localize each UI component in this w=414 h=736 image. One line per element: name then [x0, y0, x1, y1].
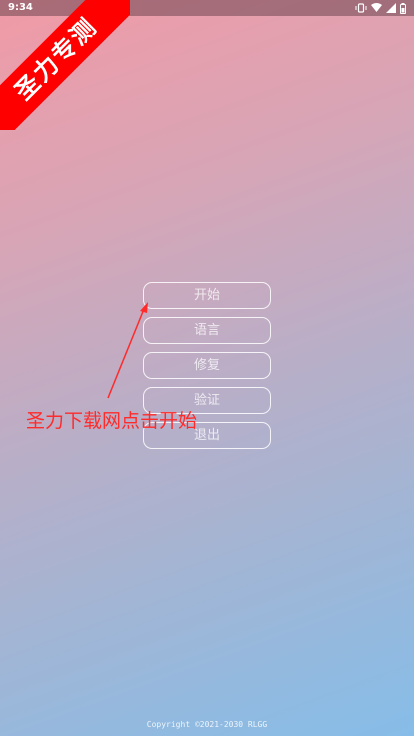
copyright-text: Copyright ©2021-2030 RLGG	[146, 720, 268, 729]
start-button[interactable]: 开始	[143, 282, 271, 309]
annotation-text: 圣力下载网点击开始	[26, 410, 198, 432]
status-icons	[355, 2, 406, 14]
ribbon-label: 圣力专测	[0, 0, 130, 130]
repair-button[interactable]: 修复	[143, 352, 271, 379]
battery-icon	[400, 2, 406, 14]
wifi-icon	[371, 3, 382, 13]
vibrate-icon	[355, 3, 367, 13]
signal-icon	[386, 3, 396, 13]
corner-ribbon: 圣力专测	[0, 0, 130, 130]
language-button[interactable]: 语言	[143, 317, 271, 344]
app-screen: 9:34 圣力专测 开始 语言 修复 验证 退出 圣力下载网点击开始 Copyr…	[0, 0, 414, 736]
